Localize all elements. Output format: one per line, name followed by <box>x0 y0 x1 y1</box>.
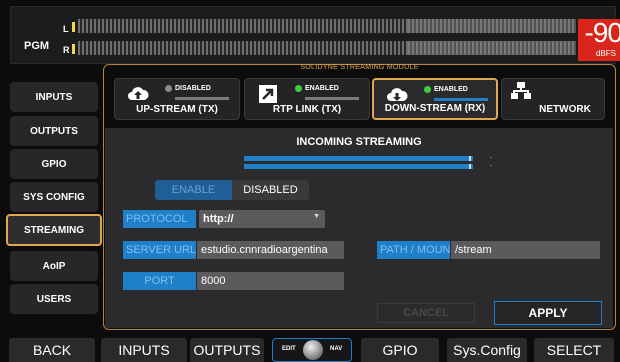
pgm-label: PGM <box>24 40 50 52</box>
tab-level-line <box>175 97 229 100</box>
status-dot <box>295 85 302 92</box>
edit-nav-knob[interactable]: EDIT NAV <box>272 338 352 362</box>
left-channel-label: L <box>63 24 69 34</box>
apply-button[interactable]: APPLY <box>494 301 602 325</box>
sys-config-button[interactable]: Sys.Config <box>447 338 527 362</box>
server-url-label: SERVER URL <box>123 241 196 259</box>
tab-level-line <box>305 97 359 100</box>
knob-icon <box>303 340 323 360</box>
protocol-value: http:// <box>203 213 234 225</box>
nav-users[interactable]: USERS <box>10 284 98 314</box>
network-icon <box>511 82 531 99</box>
path-mount-label: PATH / MOUNT <box>377 241 450 259</box>
outputs-button[interactable]: OUTPUTS <box>190 338 264 362</box>
pgm-meter: PGM L R -90 dBFS <box>10 6 620 64</box>
chevron-down-icon: ▼ <box>313 213 320 220</box>
panel-heading: INCOMING STREAMING <box>296 136 422 148</box>
nav-sys-config[interactable]: SYS CONFIG <box>10 182 98 212</box>
tab-rtp-link[interactable]: ENABLED RTP LINK (TX) <box>244 78 370 120</box>
tab-label: NETWORK <box>539 104 591 115</box>
port-field[interactable]: 8000 <box>197 272 344 290</box>
stream-peak-mark <box>469 156 471 161</box>
gpio-button[interactable]: GPIO <box>361 338 439 362</box>
incoming-streaming-panel: INCOMING STREAMING - - ENABLE DISABLED P… <box>105 128 613 328</box>
tab-network[interactable]: NETWORK <box>501 78 605 120</box>
level-mark: - <box>490 163 492 169</box>
protocol-select[interactable]: http:// ▼ <box>199 210 325 228</box>
tab-state-label: ENABLED <box>295 85 339 92</box>
nav-aoip[interactable]: AoIP <box>10 251 98 281</box>
level-value: -90 <box>584 17 620 48</box>
level-readout: -90 dBFS <box>578 17 620 61</box>
disabled-option[interactable]: DISABLED <box>232 180 309 200</box>
right-channel-label: R <box>63 45 70 55</box>
nav-streaming[interactable]: STREAMING <box>6 214 102 246</box>
stream-peak-mark <box>469 164 471 169</box>
enable-option[interactable]: ENABLE <box>155 180 232 200</box>
cancel-button[interactable]: CANCEL <box>377 303 475 323</box>
module-title: SOLIDYNE STREAMING MODULE <box>300 64 419 71</box>
tab-up-stream[interactable]: DISABLED UP-STREAM (TX) <box>114 78 240 120</box>
tab-state-label: DISABLED <box>165 85 211 92</box>
nav-gpio[interactable]: GPIO <box>10 149 98 179</box>
left-level-bar <box>78 19 576 33</box>
select-button[interactable]: SELECT <box>534 338 614 362</box>
path-mount-field[interactable]: /stream <box>451 241 600 259</box>
protocol-label: PROTOCOL <box>123 210 196 228</box>
nav-outputs[interactable]: OUTPUTS <box>10 116 98 146</box>
status-dot <box>424 86 431 93</box>
level-mark: - <box>490 155 492 161</box>
status-dot <box>165 85 172 92</box>
right-peak-indicator <box>72 44 75 54</box>
back-button[interactable]: BACK <box>9 338 95 362</box>
cloud-download-icon <box>387 88 408 101</box>
nav-inputs[interactable]: INPUTS <box>10 82 98 112</box>
tab-label: RTP LINK (TX) <box>272 104 342 115</box>
tab-level-line <box>434 98 488 101</box>
left-peak-indicator <box>72 22 75 32</box>
enable-toggle[interactable]: ENABLE DISABLED <box>155 180 309 200</box>
stream-level-bar-right <box>244 164 473 169</box>
knob-edit-label: EDIT <box>282 346 296 352</box>
arrow-up-right-icon <box>259 85 277 103</box>
tab-down-stream[interactable]: ENABLED DOWN-STREAM (RX) <box>372 78 498 120</box>
right-level-bar <box>78 41 576 55</box>
bottom-key-bar: BACK INPUTS OUTPUTS EDIT NAV GPIO Sys.Co… <box>0 338 620 362</box>
inputs-button[interactable]: INPUTS <box>101 338 187 362</box>
knob-nav-label: NAV <box>330 346 343 352</box>
tab-label: UP-STREAM (TX) <box>136 104 218 115</box>
stream-level-bar-left <box>244 156 473 161</box>
level-unit: dBFS <box>595 49 616 58</box>
server-url-field[interactable]: estudio.cnnradioargentina <box>197 241 344 259</box>
tab-label: DOWN-STREAM (RX) <box>384 103 486 114</box>
tab-state-label: ENABLED <box>424 86 468 93</box>
cloud-upload-icon <box>128 87 149 100</box>
port-label: PORT <box>123 272 196 290</box>
